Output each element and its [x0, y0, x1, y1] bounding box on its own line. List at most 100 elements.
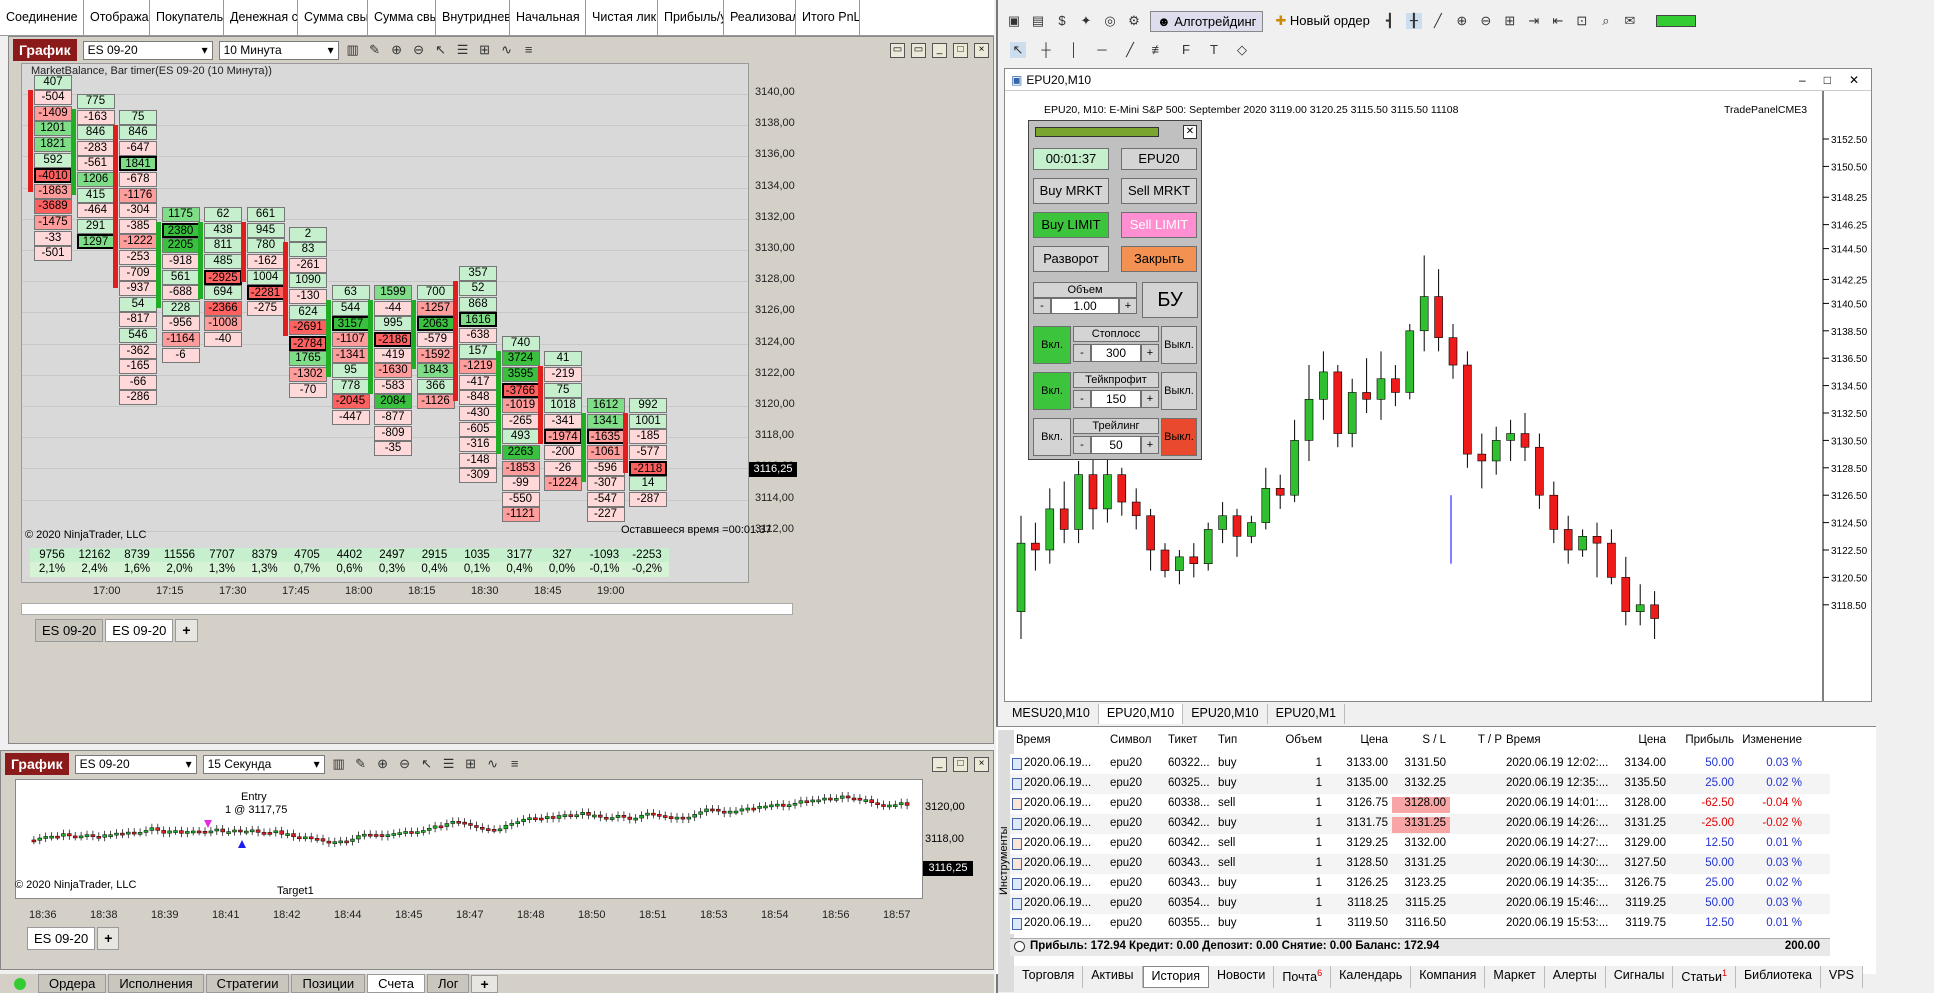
- control-tab-5[interactable]: Лог: [426, 974, 470, 993]
- reverse-button[interactable]: Разворот: [1033, 246, 1109, 272]
- chat-icon[interactable]: ✉: [1622, 13, 1638, 29]
- trailing-on-button[interactable]: Вкл.: [1033, 418, 1071, 456]
- control-tab-3[interactable]: Позиции: [291, 974, 366, 993]
- maximize-icon[interactable]: □: [953, 42, 968, 58]
- terminal-tab-9[interactable]: Сигналы: [1605, 966, 1674, 988]
- terminal-tab-10[interactable]: Статьи1: [1673, 966, 1736, 988]
- column-header[interactable]: Цена: [1326, 734, 1392, 746]
- terminal-tab-1[interactable]: Активы: [1083, 966, 1143, 988]
- chart2-badge[interactable]: График: [5, 753, 69, 775]
- window-tile2-icon[interactable]: ▭: [911, 42, 926, 58]
- add-control-tab-button[interactable]: +: [471, 974, 498, 993]
- tile-icon[interactable]: ⊞: [1502, 13, 1518, 29]
- minimize-icon[interactable]: –: [1799, 73, 1806, 87]
- periods-icon[interactable]: ⊡: [1574, 13, 1590, 29]
- maximize-icon[interactable]: □: [1824, 73, 1831, 87]
- terminal-tab-6[interactable]: Компания: [1411, 966, 1486, 988]
- account-column-8[interactable]: Чистая ликв: [586, 0, 658, 36]
- tab-es-2[interactable]: ES 09-20: [105, 619, 174, 642]
- column-header[interactable]: Объем: [1266, 734, 1326, 746]
- account-column-10[interactable]: Реализовал: [724, 0, 796, 36]
- tab-es-1[interactable]: ES 09-20: [35, 619, 104, 642]
- bar-type-icon[interactable]: ▥: [345, 42, 361, 58]
- interval-select[interactable]: 10 Минута ▾: [218, 40, 339, 60]
- options-icon[interactable]: ⚙: [1126, 13, 1142, 29]
- instrument-select[interactable]: ES 09-20 ▾: [82, 40, 213, 60]
- chart-badge[interactable]: График: [13, 39, 77, 61]
- column-header[interactable]: Время: [1016, 734, 1116, 746]
- properties-icon[interactable]: ☰: [455, 42, 471, 58]
- crosshair-icon[interactable]: ┼: [1038, 42, 1054, 58]
- new-order-button[interactable]: ✚ Новый ордер: [1271, 11, 1373, 31]
- footprint-plot-area[interactable]: 407 -504 -1409 1201 1821 592 -4010 -1863 -3689 -1…: [21, 63, 749, 583]
- column-header[interactable]: S / L: [1392, 734, 1450, 746]
- takeprofit-off-button[interactable]: Выкл.: [1161, 372, 1197, 410]
- trendline-icon[interactable]: ╱: [1122, 42, 1138, 58]
- terminal-tab-12[interactable]: VPS: [1820, 966, 1863, 988]
- text-icon[interactable]: T: [1206, 42, 1222, 58]
- stoploss-input[interactable]: 300: [1091, 344, 1141, 362]
- close-position-button[interactable]: Закрыть: [1121, 246, 1197, 272]
- zoom-in-icon[interactable]: ⊕: [375, 756, 391, 772]
- volume-input[interactable]: 1.00: [1051, 298, 1119, 314]
- horizontal-scrollbar[interactable]: [21, 603, 793, 615]
- new-chart-icon[interactable]: ▣: [1006, 13, 1022, 29]
- channel-icon[interactable]: ≢: [1150, 42, 1166, 58]
- column-header[interactable]: Тип: [1218, 734, 1266, 746]
- shift-icon[interactable]: ⇤: [1550, 13, 1566, 29]
- window-tile-icon[interactable]: ▭: [890, 42, 905, 58]
- sell-limit-button[interactable]: Sell LIMIT: [1121, 212, 1197, 238]
- control-tab-2[interactable]: Стратегии: [205, 974, 290, 993]
- column-header[interactable]: Тикет: [1168, 734, 1218, 746]
- add-tab-button-2[interactable]: +: [97, 927, 120, 950]
- terminal-tab-11[interactable]: Библиотека: [1735, 966, 1821, 988]
- column-header[interactable]: Символ: [1110, 734, 1168, 746]
- minimize-icon[interactable]: _: [932, 756, 947, 772]
- trailing-plus-button[interactable]: +: [1141, 436, 1159, 454]
- pointer-icon[interactable]: ↖: [419, 756, 435, 772]
- vline-icon[interactable]: │: [1066, 42, 1082, 58]
- terminal-tab-2[interactable]: История: [1142, 966, 1209, 988]
- indicator-icon[interactable]: ∿: [499, 42, 515, 58]
- bar-chart-icon[interactable]: ┫: [1382, 13, 1398, 29]
- stoploss-plus-button[interactable]: +: [1141, 344, 1159, 362]
- fibo-icon[interactable]: F: [1178, 42, 1194, 58]
- control-tab-1[interactable]: Исполнения: [108, 974, 204, 993]
- account-column-5[interactable]: Сумма свы: [368, 0, 436, 36]
- trailing-off-button[interactable]: Выкл.: [1161, 418, 1197, 456]
- market-watch-icon[interactable]: $: [1054, 13, 1070, 29]
- profiles-icon[interactable]: ▤: [1030, 13, 1046, 29]
- bar-type-icon[interactable]: ▥: [331, 756, 347, 772]
- account-column-7[interactable]: Начальная: [510, 0, 586, 36]
- tester-icon[interactable]: ◎: [1102, 13, 1118, 29]
- mt4-chart-tab-3[interactable]: EPU20,M1: [1267, 704, 1346, 724]
- tab-es-3[interactable]: ES 09-20: [27, 927, 96, 950]
- control-tab-0[interactable]: Ордера: [38, 974, 107, 993]
- volume-plus-button[interactable]: +: [1119, 298, 1137, 314]
- list-icon[interactable]: ≡: [507, 756, 523, 772]
- stoploss-minus-button[interactable]: -: [1073, 344, 1091, 362]
- trailing-input[interactable]: 50: [1091, 436, 1141, 454]
- instrument2-select[interactable]: ES 09-20 ▾: [74, 754, 197, 774]
- takeprofit-minus-button[interactable]: -: [1073, 390, 1091, 408]
- terminal-tab-5[interactable]: Календарь: [1331, 966, 1412, 988]
- panel-close-icon[interactable]: ✕: [1183, 125, 1197, 139]
- zoom-out-icon[interactable]: ⊖: [397, 756, 413, 772]
- search-icon[interactable]: ⌕: [1598, 13, 1614, 29]
- mt4-chart-tab-2[interactable]: EPU20,M10: [1183, 704, 1268, 724]
- candles-icon[interactable]: ╂: [1405, 13, 1422, 29]
- strategy-icon[interactable]: ⊞: [477, 42, 493, 58]
- account-column-6[interactable]: Внутридневі: [436, 0, 510, 36]
- trailing-minus-button[interactable]: -: [1073, 436, 1091, 454]
- terminal-tab-3[interactable]: Новости: [1208, 966, 1275, 988]
- pointer-icon[interactable]: ↖: [433, 42, 449, 58]
- terminal-tab-0[interactable]: Торговля: [1014, 966, 1084, 988]
- breakeven-button[interactable]: БУ: [1142, 282, 1198, 318]
- column-header[interactable]: T / P: [1450, 734, 1506, 746]
- mt4-chart-tab-1[interactable]: EPU20,M10: [1098, 704, 1184, 724]
- account-column-0[interactable]: Соединение: [0, 0, 84, 36]
- zoom-out-icon[interactable]: ⊖: [411, 42, 427, 58]
- indicator-icon[interactable]: ∿: [485, 756, 501, 772]
- add-tab-button[interactable]: +: [175, 619, 198, 642]
- navigator-icon[interactable]: ✦: [1078, 13, 1094, 29]
